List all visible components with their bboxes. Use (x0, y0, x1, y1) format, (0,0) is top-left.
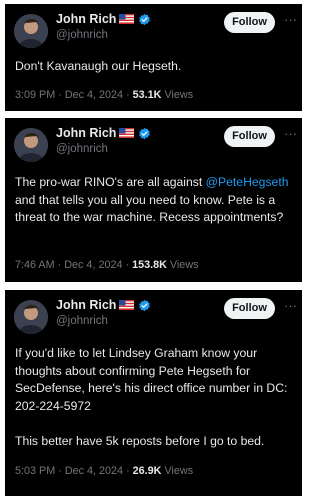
follow-button[interactable]: Follow (224, 12, 275, 33)
verified-badge-icon (138, 13, 151, 26)
avatar[interactable] (14, 300, 48, 334)
us-flag-icon (119, 300, 135, 310)
tweet-meta: 3:09 PM · Dec 4, 2024 · 53.1K Views (15, 89, 193, 101)
tweet-date[interactable]: Dec 4, 2024 (65, 465, 123, 477)
tweet-time[interactable]: 3:09 PM (15, 89, 55, 101)
tweet-text-part: The pro-war RINO's are all against (15, 175, 206, 189)
meta-separator: · (126, 89, 130, 101)
meta-separator: · (57, 259, 62, 271)
tweet-text: Don't Kavanaugh our Hegseth. (15, 59, 182, 73)
avatar[interactable] (14, 14, 48, 48)
author-handle[interactable]: @johnrich (56, 29, 108, 41)
views-count[interactable]: 53.1K (133, 89, 162, 101)
tweet-time[interactable]: 5:03 PM (15, 465, 55, 477)
author-name[interactable]: John Rich (56, 12, 116, 26)
verified-badge-icon (138, 127, 151, 140)
mention-link[interactable]: @PeteHegseth (206, 175, 289, 189)
author-handle[interactable]: @johnrich (56, 315, 108, 327)
tweet-time[interactable]: 7:46 AM (15, 259, 55, 271)
tweet-text: If you'd like to let Lindsey Graham know… (15, 346, 288, 448)
author-name-row[interactable]: John Rich (56, 126, 151, 140)
views-label: Views (164, 89, 194, 101)
meta-separator: · (58, 89, 62, 101)
more-options-icon[interactable]: ··· (284, 13, 297, 27)
avatar[interactable] (14, 128, 48, 162)
author-name[interactable]: John Rich (56, 126, 116, 140)
views-count[interactable]: 153.8K (132, 259, 167, 271)
meta-separator: · (58, 465, 62, 477)
author-name[interactable]: John Rich (56, 298, 116, 312)
tweet-card[interactable]: John Rich @johnrich Follow ··· Don't Kav… (5, 4, 302, 111)
tweet-card[interactable]: John Rich @johnrich Follow ··· The pro-w… (5, 118, 302, 282)
tweet-date[interactable]: Dec 4, 2024 (65, 89, 123, 101)
follow-button[interactable]: Follow (224, 126, 275, 147)
author-name-row[interactable]: John Rich (56, 12, 151, 26)
meta-separator: · (126, 465, 130, 477)
more-options-icon[interactable]: ··· (284, 299, 297, 313)
views-count[interactable]: 26.9K (133, 465, 162, 477)
meta-separator: · (125, 259, 130, 271)
tweet-meta: 5:03 PM · Dec 4, 2024 · 26.9K Views (15, 465, 193, 477)
us-flag-icon (119, 14, 135, 24)
follow-button[interactable]: Follow (224, 298, 275, 319)
tweet-text: The pro-war RINO's are all against @Pete… (15, 174, 294, 227)
author-name-row[interactable]: John Rich (56, 298, 151, 312)
us-flag-icon (119, 128, 135, 138)
more-options-icon[interactable]: ··· (284, 127, 297, 141)
author-handle[interactable]: @johnrich (56, 143, 108, 155)
tweet-meta: 7:46 AM · Dec 4, 2024 · 153.8K Views (15, 259, 199, 271)
tweet-date[interactable]: Dec 4, 2024 (64, 259, 122, 271)
tweet-card[interactable]: John Rich @johnrich Follow ··· If you'd … (5, 290, 302, 496)
views-label: Views (164, 465, 194, 477)
views-label: Views (169, 259, 199, 271)
verified-badge-icon (138, 299, 151, 312)
